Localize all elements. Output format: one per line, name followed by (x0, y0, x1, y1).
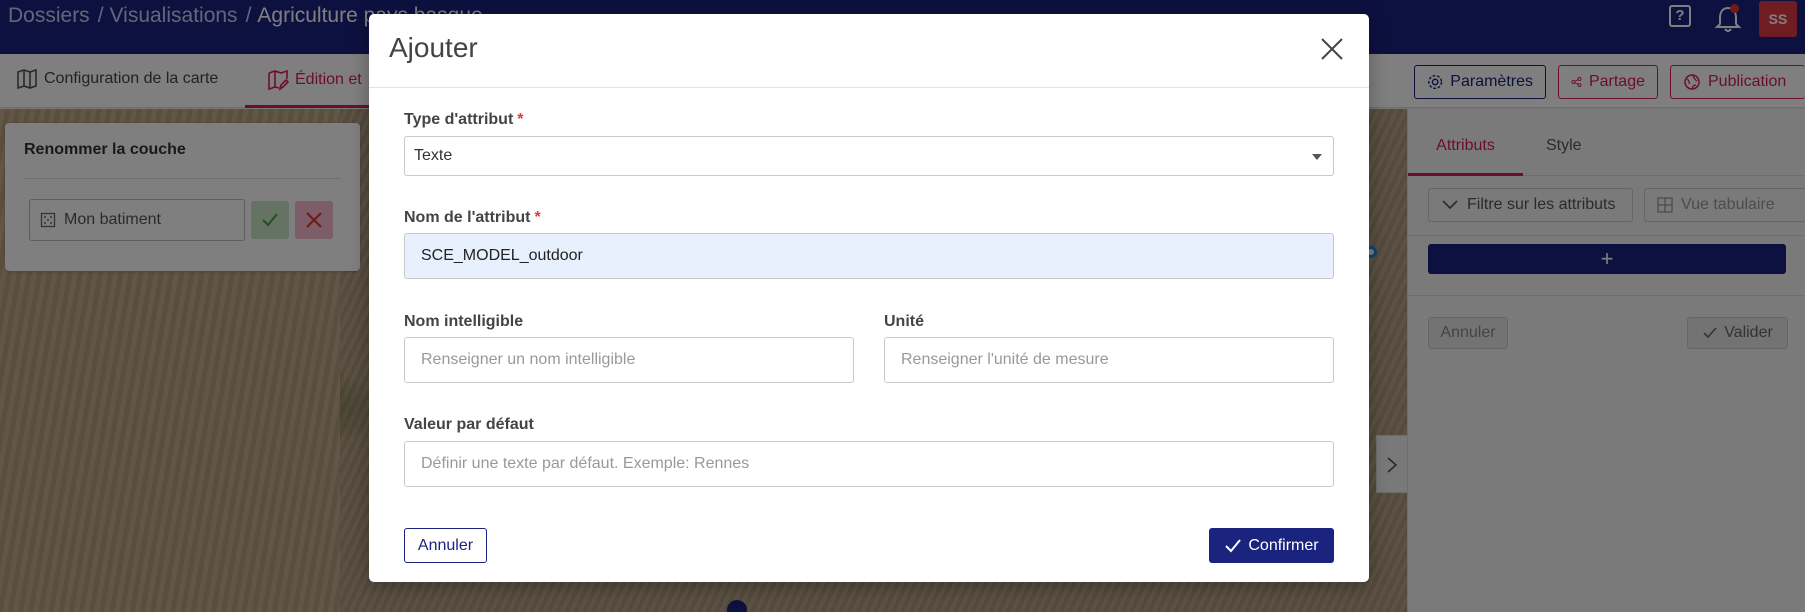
dialog-close-button[interactable] (1317, 34, 1347, 64)
attribute-type-label: Type d'attribut * (404, 111, 524, 129)
attribute-type-value: Texte (414, 147, 453, 164)
default-value-input[interactable]: Définir une texte par défaut. Exemple: R… (404, 441, 1334, 487)
required-marker: * (517, 111, 524, 128)
attribute-name-label-text: Nom de l'attribut (404, 209, 531, 226)
confirm-button[interactable]: Confirmer (1209, 528, 1334, 563)
required-marker: * (534, 209, 541, 226)
check-icon (1225, 538, 1242, 552)
caret-down-icon (1312, 154, 1322, 160)
attribute-name-label: Nom de l'attribut * (404, 209, 541, 227)
attribute-type-select[interactable]: Texte (404, 136, 1334, 176)
unit-label: Unité (884, 313, 924, 330)
intelligible-name-input[interactable]: Renseigner un nom intelligible (404, 337, 854, 383)
attribute-name-input[interactable]: SCE_MODEL_outdoor (404, 233, 1334, 279)
intelligible-name-label: Nom intelligible (404, 313, 524, 330)
attribute-type-label-text: Type d'attribut (404, 111, 514, 128)
close-icon (1321, 38, 1343, 60)
divider (369, 87, 1369, 88)
unit-input[interactable]: Renseigner l'unité de mesure (884, 337, 1334, 383)
confirm-button-label: Confirmer (1248, 536, 1319, 554)
default-value-label: Valeur par défaut (404, 416, 534, 433)
cancel-button[interactable]: Annuler (404, 528, 487, 563)
add-attribute-dialog: Ajouter Type d'attribut * Texte Nom de l'… (369, 14, 1369, 582)
dialog-title: Ajouter (389, 32, 478, 63)
